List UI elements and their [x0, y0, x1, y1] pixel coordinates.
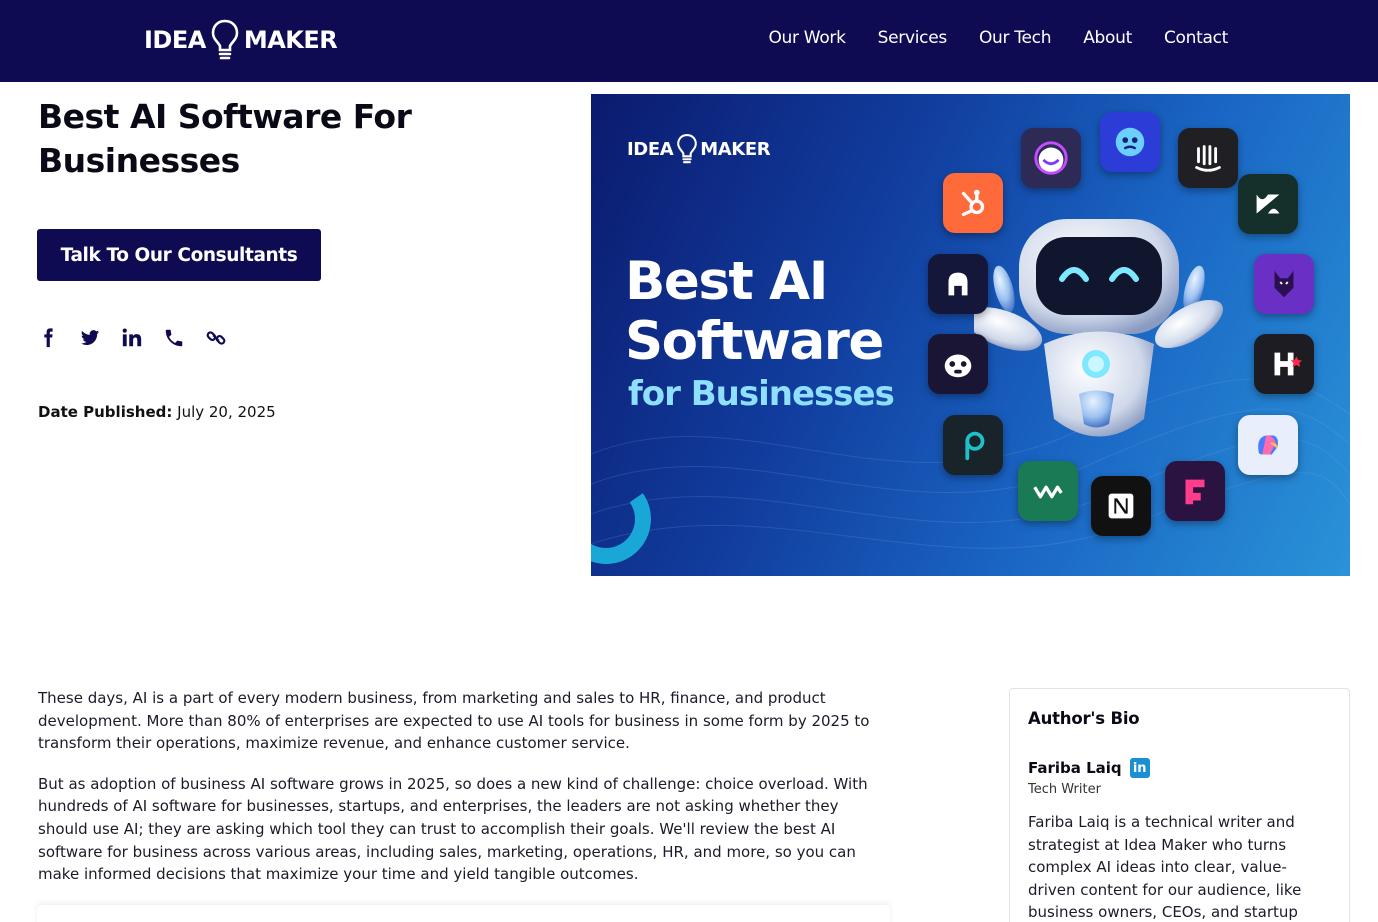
banner-headline-line-2: Software [625, 311, 884, 372]
twitter-icon[interactable] [78, 326, 102, 350]
banner-logo-left: IDEA [627, 138, 674, 160]
banner-logo: IDEA MAKER [627, 132, 771, 166]
article-body: These days, AI is a part of every modern… [38, 687, 888, 904]
genie-icon [1100, 112, 1160, 172]
talk-to-consultants-button[interactable]: Talk To Our Consultants [37, 229, 321, 281]
nav-link-our-work[interactable]: Our Work [768, 28, 846, 48]
monkey-icon [928, 334, 988, 394]
main-nav: Our Work Services Our Tech About Contact [768, 28, 1228, 48]
article-paragraph: These days, AI is a part of every modern… [38, 689, 870, 753]
date-value: July 20, 2025 [177, 403, 276, 421]
hubspot-icon [943, 173, 1003, 233]
share-bar [36, 326, 228, 350]
banner-headline-line-1: Best AI [625, 251, 828, 312]
article-paragraph: But as adoption of business AI software … [38, 774, 868, 884]
copilot-icon [1238, 415, 1298, 475]
doberman-icon [1254, 254, 1314, 314]
lightbulb-icon [211, 19, 239, 60]
phone-icon[interactable] [162, 326, 186, 350]
nav-link-about[interactable]: About [1083, 28, 1132, 48]
jasper-icon [1021, 128, 1081, 188]
author-bio-card: Author's Bio Fariba Laiq in Tech Writer … [1009, 688, 1350, 922]
robot-mascot [974, 219, 1223, 437]
page-title: Best AI Software For Businesses [38, 97, 412, 180]
publish-date: Date Published: July 20, 2025 [38, 403, 276, 421]
banner-logo-right: MAKER [700, 138, 771, 160]
zendesk-icon [1238, 174, 1298, 234]
linkedin-icon[interactable] [120, 326, 144, 350]
author-name: Fariba Laiq [1028, 759, 1122, 777]
date-label: Date Published: [38, 403, 173, 421]
notion-icon [1091, 476, 1151, 536]
link-icon[interactable] [204, 326, 228, 350]
author-name-row: Fariba Laiq in [1028, 758, 1331, 778]
pipedrive-icon [943, 415, 1003, 475]
logo-text-left: IDEA [144, 26, 206, 54]
hackerrank-icon [1254, 334, 1314, 394]
site-logo[interactable]: IDEA MAKER [144, 17, 338, 63]
facebook-icon[interactable] [36, 326, 60, 350]
logo-text-right: MAKER [243, 26, 338, 54]
nav-link-our-tech[interactable]: Our Tech [979, 28, 1052, 48]
author-bio-text: Fariba Laiq is a technical writer and st… [1028, 813, 1302, 922]
table-of-contents-card [37, 905, 890, 922]
nav-link-services[interactable]: Services [878, 28, 948, 48]
nav-link-contact[interactable]: Contact [1164, 28, 1228, 48]
framer-icon [1165, 461, 1225, 521]
author-role: Tech Writer [1028, 782, 1101, 797]
linkedin-icon[interactable]: in [1129, 758, 1150, 778]
lightbulb-icon [677, 134, 698, 164]
author-bio-heading: Author's Bio [1028, 709, 1140, 728]
hero-banner-image: IDEA MAKER Best AI Software for Business… [591, 94, 1350, 576]
workvivo-icon [1018, 461, 1078, 521]
ahrefs-icon [928, 254, 988, 314]
intercom-icon [1178, 128, 1238, 188]
banner-headline: Best AI Software [625, 251, 884, 372]
top-navbar: IDEA MAKER Our Work Services Our Tech Ab… [0, 0, 1378, 82]
banner-subheadline: for Businesses [628, 374, 895, 414]
